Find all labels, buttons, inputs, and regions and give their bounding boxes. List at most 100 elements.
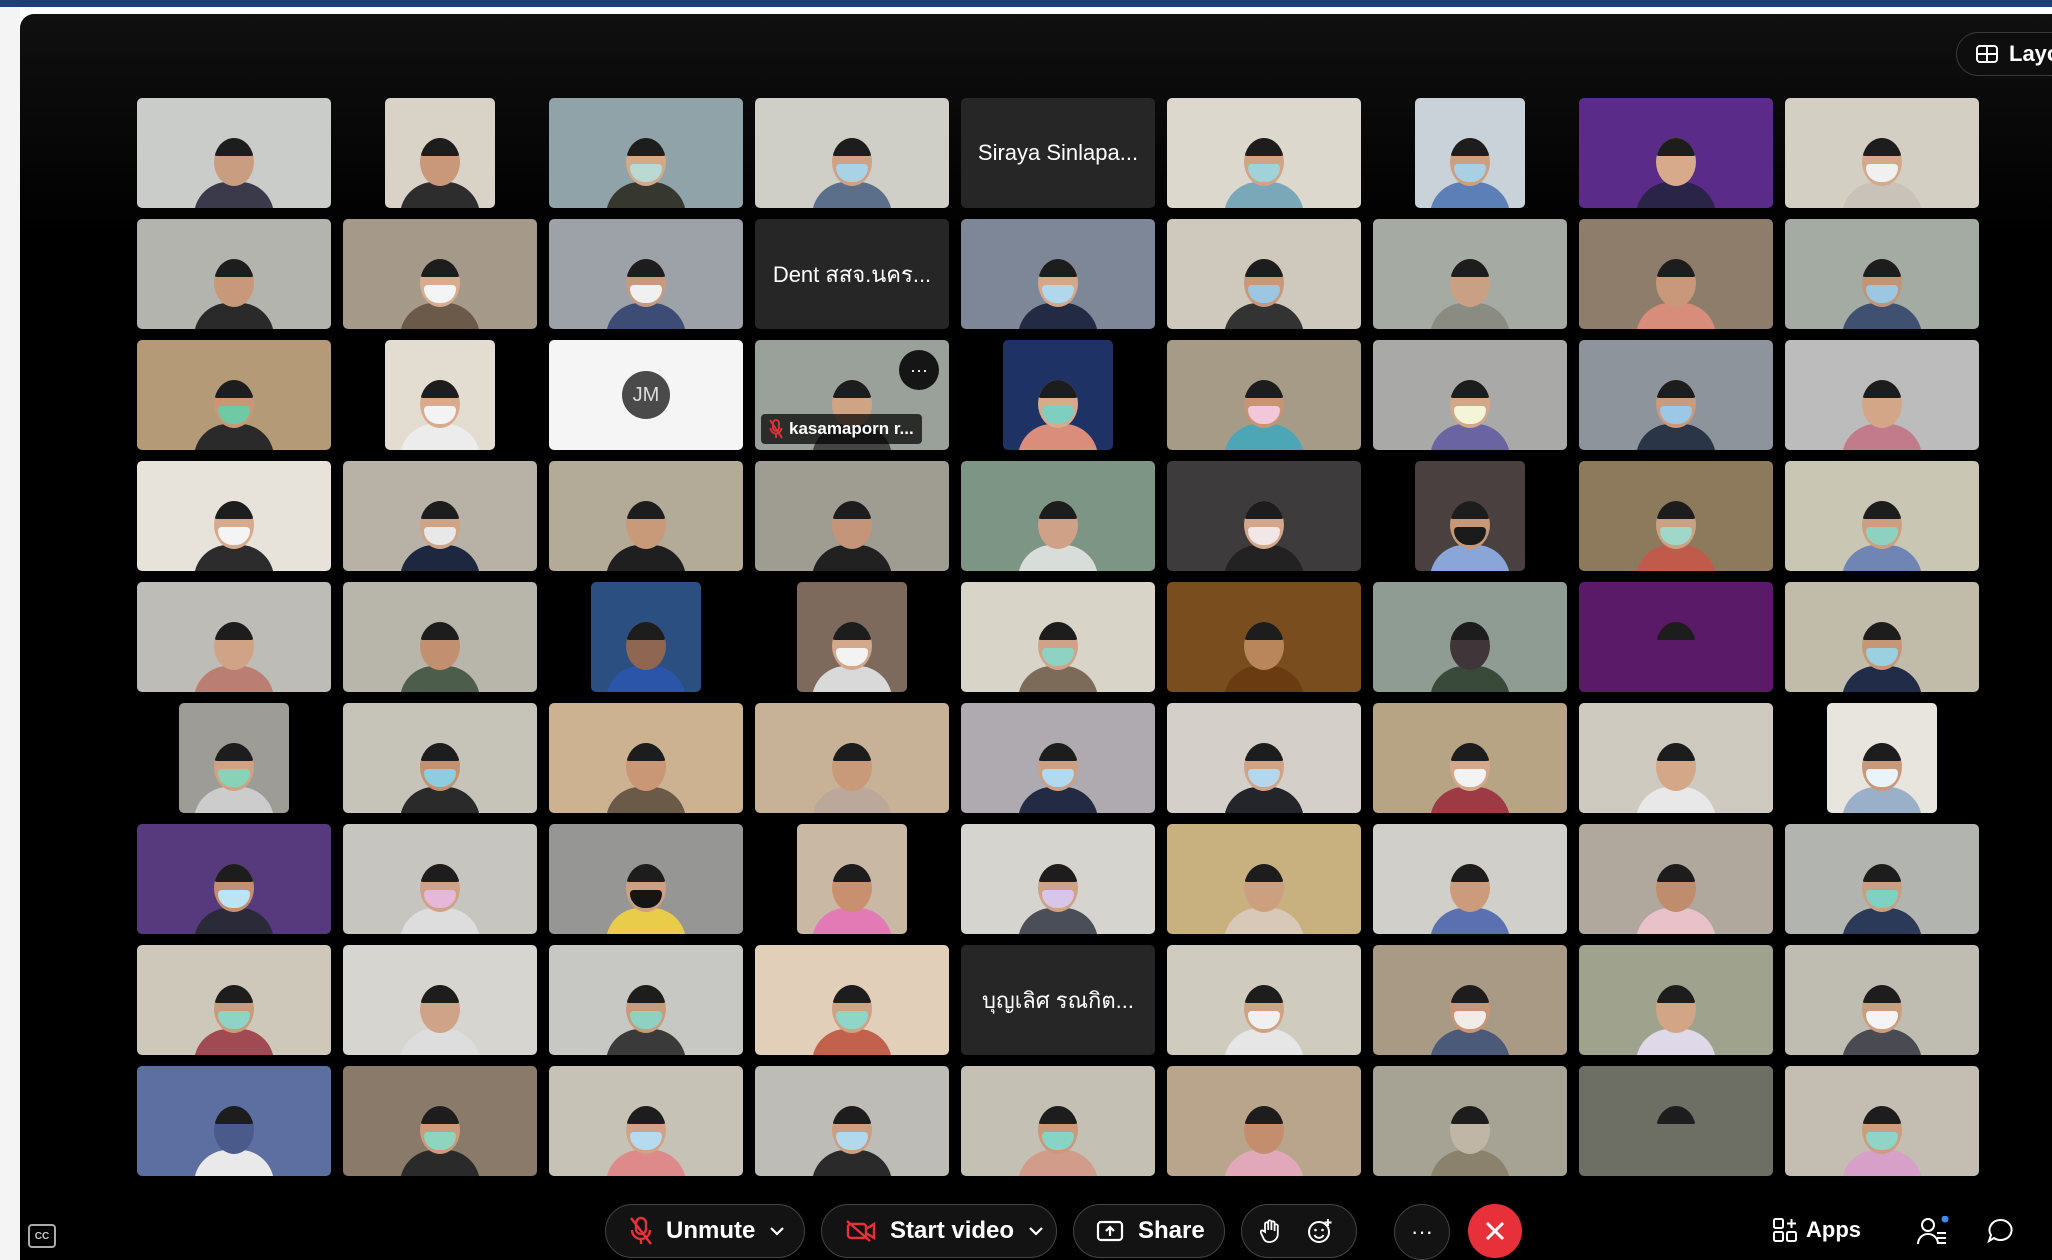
participant-tile[interactable] <box>961 703 1155 813</box>
participant-tile[interactable] <box>1579 945 1773 1055</box>
share-screen-icon <box>1096 1220 1124 1242</box>
participant-tile[interactable] <box>1415 98 1525 208</box>
participant-tile[interactable] <box>1579 461 1773 571</box>
participant-video-feed <box>194 844 274 934</box>
participant-tile[interactable] <box>137 1066 331 1176</box>
chat-button[interactable] <box>1986 1217 2014 1245</box>
participant-tile[interactable]: Siraya Sinlapa... <box>961 98 1155 208</box>
participant-tile[interactable] <box>1415 461 1525 571</box>
participant-tile[interactable] <box>797 824 907 934</box>
participant-tile[interactable] <box>179 703 289 813</box>
participant-tile[interactable] <box>1785 340 1979 450</box>
participant-tile[interactable] <box>1785 945 1979 1055</box>
tile-more-options-button[interactable]: ··· <box>899 350 939 390</box>
share-button[interactable]: Share <box>1073 1204 1225 1258</box>
participant-tile[interactable] <box>549 945 743 1055</box>
participant-tile[interactable] <box>797 582 907 692</box>
participant-tile[interactable] <box>137 582 331 692</box>
participant-tile[interactable] <box>1167 945 1361 1055</box>
participant-tile[interactable] <box>1373 1066 1567 1176</box>
apps-button[interactable]: Apps <box>1772 1217 1861 1243</box>
participant-tile[interactable]: kasamaporn r... ··· <box>755 340 949 450</box>
raise-hand-icon[interactable] <box>1260 1218 1280 1244</box>
participant-tile[interactable] <box>1373 219 1567 329</box>
participant-tile[interactable] <box>961 824 1155 934</box>
participant-tile[interactable] <box>1579 98 1773 208</box>
participant-tile[interactable] <box>343 703 537 813</box>
participant-tile[interactable] <box>1827 703 1937 813</box>
participant-tile[interactable] <box>549 703 743 813</box>
participant-video-feed <box>1842 118 1922 208</box>
participant-tile[interactable] <box>137 824 331 934</box>
participant-tile[interactable] <box>1167 219 1361 329</box>
participant-tile[interactable] <box>1579 340 1773 450</box>
chevron-down-icon[interactable] <box>769 1226 785 1236</box>
participant-tile[interactable]: JM <box>549 340 743 450</box>
participant-tile[interactable] <box>1785 98 1979 208</box>
participants-button[interactable] <box>1916 1216 1950 1246</box>
participant-tile[interactable] <box>137 461 331 571</box>
participant-tile[interactable] <box>1167 703 1361 813</box>
participant-tile[interactable] <box>1373 703 1567 813</box>
participant-tile[interactable] <box>1167 98 1361 208</box>
participant-tile[interactable] <box>961 1066 1155 1176</box>
participant-tile[interactable] <box>1003 340 1113 450</box>
participant-tile[interactable] <box>137 98 331 208</box>
participant-tile[interactable] <box>549 98 743 208</box>
participant-tile[interactable] <box>549 824 743 934</box>
participant-tile[interactable] <box>1785 461 1979 571</box>
participant-tile[interactable] <box>1373 582 1567 692</box>
reaction-emoji-icon[interactable] <box>1306 1217 1334 1245</box>
layout-button[interactable]: Layout <box>1956 32 2052 76</box>
participant-tile[interactable] <box>137 340 331 450</box>
participant-tile[interactable] <box>961 461 1155 571</box>
participant-tile[interactable] <box>1167 340 1361 450</box>
participant-tile[interactable] <box>591 582 701 692</box>
participant-tile[interactable] <box>343 461 537 571</box>
participant-tile[interactable] <box>549 219 743 329</box>
participant-name-chip: kasamaporn r... <box>761 414 922 444</box>
participant-tile[interactable] <box>343 219 537 329</box>
participant-tile[interactable] <box>549 1066 743 1176</box>
unmute-button[interactable]: Unmute <box>605 1204 805 1258</box>
end-meeting-button[interactable] <box>1468 1204 1522 1258</box>
participant-tile[interactable] <box>1785 582 1979 692</box>
participant-tile[interactable] <box>343 1066 537 1176</box>
participant-tile[interactable] <box>1167 582 1361 692</box>
participant-tile[interactable] <box>385 98 495 208</box>
participant-tile[interactable] <box>1579 219 1773 329</box>
participant-tile[interactable] <box>1167 1066 1361 1176</box>
participant-tile[interactable] <box>961 582 1155 692</box>
chevron-down-icon[interactable] <box>1028 1226 1044 1236</box>
participant-tile[interactable] <box>1785 824 1979 934</box>
participant-tile[interactable] <box>1373 945 1567 1055</box>
participant-tile[interactable] <box>755 703 949 813</box>
participant-tile[interactable] <box>137 219 331 329</box>
participant-tile[interactable] <box>137 945 331 1055</box>
participant-tile[interactable] <box>755 1066 949 1176</box>
participant-tile[interactable] <box>755 945 949 1055</box>
participant-tile[interactable] <box>1373 824 1567 934</box>
participant-tile[interactable] <box>1785 219 1979 329</box>
participant-video-feed <box>1224 360 1304 450</box>
participant-tile[interactable] <box>343 824 537 934</box>
participant-tile[interactable] <box>1579 1066 1773 1176</box>
participant-tile[interactable] <box>1785 1066 1979 1176</box>
participant-tile[interactable] <box>961 219 1155 329</box>
participant-tile[interactable] <box>1579 824 1773 934</box>
participant-tile[interactable]: บุญเลิศ รณกิต... <box>961 945 1155 1055</box>
participant-tile[interactable] <box>1167 461 1361 571</box>
participant-tile[interactable]: Dent สสจ.นคร... <box>755 219 949 329</box>
participant-tile[interactable] <box>343 945 537 1055</box>
participant-tile[interactable] <box>343 582 537 692</box>
participant-tile[interactable] <box>549 461 743 571</box>
participant-tile[interactable] <box>1579 703 1773 813</box>
participant-tile[interactable] <box>755 98 949 208</box>
start-video-button[interactable]: Start video <box>821 1204 1057 1258</box>
participant-tile[interactable] <box>385 340 495 450</box>
participant-tile[interactable] <box>1373 340 1567 450</box>
participant-tile[interactable] <box>755 461 949 571</box>
participant-tile[interactable] <box>1167 824 1361 934</box>
more-options-button[interactable]: ··· <box>1394 1204 1450 1260</box>
participant-tile[interactable] <box>1579 582 1773 692</box>
